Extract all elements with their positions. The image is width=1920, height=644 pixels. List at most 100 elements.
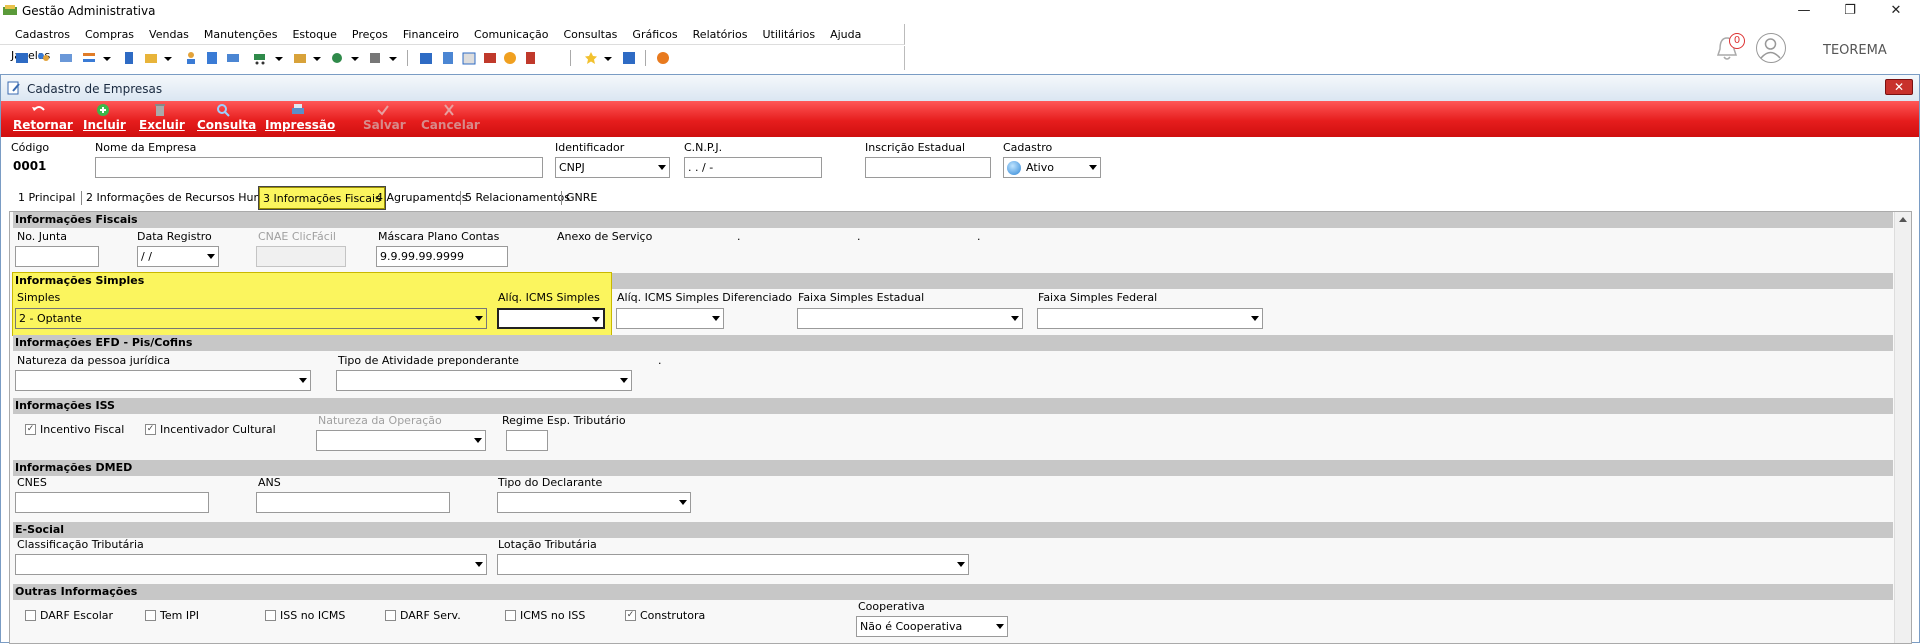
scroll-up-icon[interactable]: [1899, 217, 1907, 222]
incentivo-fiscal-checkbox[interactable]: ✓: [25, 424, 36, 435]
tab-informacoes-fiscais[interactable]: 3 Informações Fiscais: [258, 186, 386, 210]
ie-input[interactable]: [865, 157, 991, 178]
faixa-estadual-select[interactable]: [797, 308, 1023, 329]
notification-badge: 0: [1729, 33, 1745, 49]
dropdown-arrow-icon[interactable]: [313, 51, 321, 65]
menu-manutencoes[interactable]: Manutenções: [193, 24, 282, 45]
iss-icms-checkbox[interactable]: [265, 610, 276, 621]
id-card-icon[interactable]: [226, 51, 240, 65]
new-doc-icon[interactable]: [15, 51, 29, 65]
cooperativa-value: Não é Cooperativa: [860, 620, 963, 633]
download-icon[interactable]: [622, 51, 636, 65]
calculator-icon[interactable]: [441, 51, 455, 65]
cooperativa-select[interactable]: Não é Cooperativa: [856, 616, 1008, 637]
incentivador-cultural-checkbox[interactable]: ✓: [145, 424, 156, 435]
menu-comunicacao[interactable]: Comunicação: [463, 24, 552, 45]
lotacao-select[interactable]: [497, 554, 969, 575]
darf-serv-checkbox[interactable]: [385, 610, 396, 621]
dropdown-arrow-icon[interactable]: [351, 51, 359, 65]
tab-relacionamentos[interactable]: 5 Relacionamentos: [462, 187, 573, 209]
incluir-button[interactable]: Incluir: [83, 103, 126, 132]
calendar-icon[interactable]: [419, 51, 433, 65]
cnpj-input[interactable]: . . / -: [684, 157, 822, 178]
restore-button[interactable]: ❐: [1827, 0, 1873, 22]
clock-icon[interactable]: [503, 51, 517, 65]
cancelar-button[interactable]: Cancelar: [421, 103, 480, 132]
mascara-input[interactable]: 9.9.99.99.9999: [376, 246, 508, 267]
aliq-dif-select[interactable]: [616, 308, 724, 329]
child-close-button[interactable]: ✕: [1885, 79, 1913, 95]
tipo-atividade-label: Tipo de Atividade preponderante: [338, 354, 519, 367]
menu-estoque[interactable]: Estoque: [281, 24, 340, 45]
aliq-icms-select[interactable]: [497, 308, 605, 329]
impressao-button[interactable]: Impressão: [265, 103, 335, 132]
stamp-icon[interactable]: [368, 51, 382, 65]
dropdown-arrow-icon[interactable]: [164, 51, 172, 65]
report-icon[interactable]: [483, 51, 497, 65]
menu-precos[interactable]: Preços: [341, 24, 392, 45]
menu-relatorios[interactable]: Relatórios: [682, 24, 752, 45]
tab-agrupamentos[interactable]: 4 Agrupamentos: [373, 187, 470, 209]
data-registro-input[interactable]: / /: [137, 246, 219, 267]
cart-icon[interactable]: [253, 51, 267, 65]
ans-input[interactable]: [256, 492, 450, 513]
avatar[interactable]: [1756, 33, 1786, 63]
dropdown-arrow-icon[interactable]: [103, 51, 111, 65]
dropdown-arrow-icon[interactable]: [389, 51, 397, 65]
impressao-label: Impressão: [265, 118, 336, 132]
power-icon[interactable]: [656, 51, 670, 65]
people-icon[interactable]: [36, 51, 50, 65]
star-icon[interactable]: [584, 51, 598, 65]
money-icon[interactable]: [330, 51, 344, 65]
tipo-atividade-select[interactable]: [336, 370, 632, 391]
natureza-operacao-label: Natureza da Operação: [318, 414, 442, 427]
natureza-operacao-select[interactable]: [316, 430, 486, 451]
faixa-federal-select[interactable]: [1037, 308, 1263, 329]
dot-marker: .: [857, 230, 861, 243]
calc-icon[interactable]: [205, 51, 219, 65]
document-search-icon[interactable]: [524, 51, 538, 65]
icms-iss-checkbox[interactable]: [505, 610, 516, 621]
app-icon: [3, 5, 17, 15]
menu-ajuda[interactable]: Ajuda: [819, 24, 865, 45]
tem-ipi-checkbox[interactable]: [145, 610, 156, 621]
close-button[interactable]: ✕: [1873, 0, 1919, 22]
menu-utilitarios[interactable]: Utilitários: [751, 24, 819, 45]
menu-compras[interactable]: Compras: [74, 24, 138, 45]
menu-consultas[interactable]: Consultas: [552, 24, 621, 45]
card-icon[interactable]: [59, 51, 73, 65]
cadastro-select[interactable]: Ativo: [1003, 157, 1101, 178]
construtora-checkbox[interactable]: ✓: [625, 610, 636, 621]
data-registro-label: Data Registro: [137, 230, 212, 243]
no-junta-input[interactable]: [15, 246, 99, 267]
vertical-scrollbar[interactable]: [1894, 212, 1911, 643]
classificacao-select[interactable]: [15, 554, 487, 575]
calendar-30-icon[interactable]: [462, 51, 476, 65]
book-icon[interactable]: [122, 51, 136, 65]
menu-financeiro[interactable]: Financeiro: [392, 24, 463, 45]
user-icon[interactable]: [184, 51, 198, 65]
tab-gnre[interactable]: GNRE: [563, 187, 600, 209]
tipo-declarante-select[interactable]: [497, 492, 691, 513]
dropdown-arrow-icon[interactable]: [604, 51, 612, 65]
minimize-button[interactable]: —: [1781, 0, 1827, 22]
simples-select[interactable]: 2 - Optante: [15, 308, 487, 329]
menu-vendas[interactable]: Vendas: [138, 24, 193, 45]
retornar-button[interactable]: Retornar: [13, 103, 73, 132]
menu-cadastros[interactable]: Cadastros: [0, 24, 74, 45]
regime-input[interactable]: [506, 430, 548, 451]
tab-principal[interactable]: 1 Principal: [15, 187, 78, 209]
salvar-button[interactable]: Salvar: [363, 103, 406, 132]
identificador-select[interactable]: CNPJ: [555, 157, 670, 178]
folder-icon[interactable]: [144, 51, 158, 65]
darf-escolar-checkbox[interactable]: [25, 610, 36, 621]
natureza-select[interactable]: [15, 370, 311, 391]
box-icon[interactable]: [293, 51, 307, 65]
menu-graficos[interactable]: Gráficos: [621, 24, 681, 45]
dropdown-arrow-icon[interactable]: [275, 51, 283, 65]
cnes-input[interactable]: [15, 492, 209, 513]
list-icon[interactable]: [82, 51, 96, 65]
consulta-button[interactable]: Consulta: [197, 103, 256, 132]
excluir-button[interactable]: Excluir: [139, 103, 185, 132]
nome-empresa-input[interactable]: [95, 157, 543, 178]
